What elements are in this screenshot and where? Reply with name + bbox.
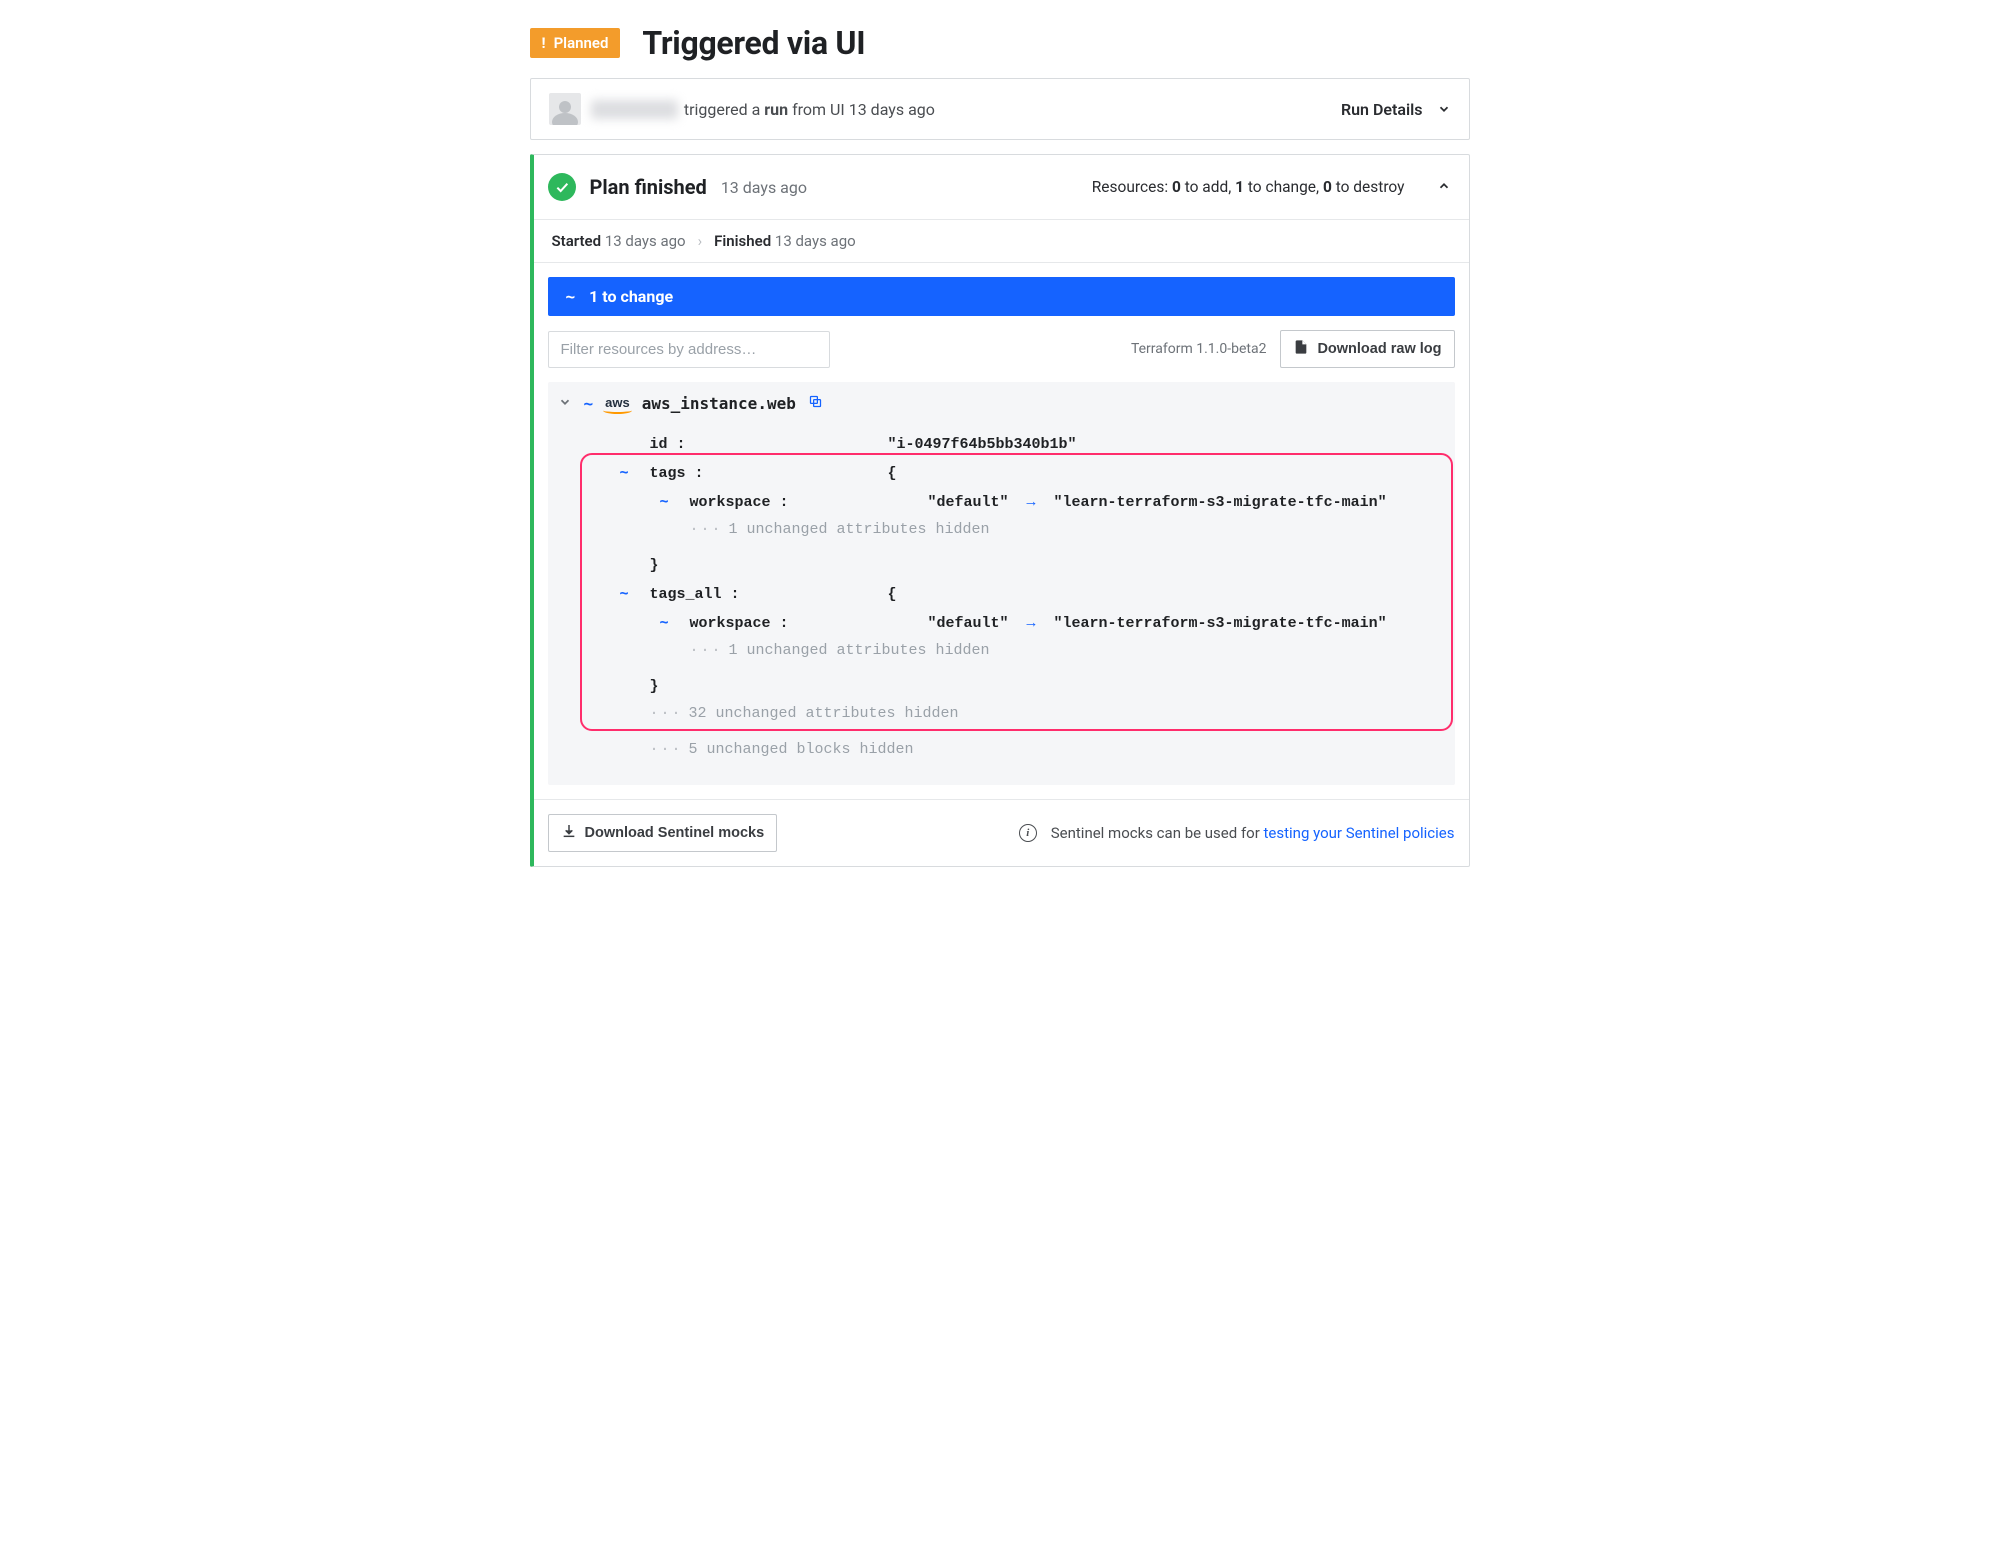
status-badge: ! Planned xyxy=(530,28,621,58)
download-icon xyxy=(561,823,577,843)
plan-panel: Plan finished 13 days ago Resources: 0 t… xyxy=(530,154,1470,867)
copy-icon xyxy=(808,394,823,409)
file-icon xyxy=(1293,339,1309,359)
triggered-summary: xxxxxxxxxx triggered a run from UI 13 da… xyxy=(530,78,1470,140)
run-details-toggle[interactable]: Run Details xyxy=(1341,100,1451,119)
download-raw-log-button[interactable]: Download raw log xyxy=(1280,330,1454,368)
info-icon: i xyxy=(1019,824,1037,842)
avatar xyxy=(549,93,581,125)
chevron-down-icon xyxy=(1437,102,1451,116)
triggered-text: triggered a run from UI 13 days ago xyxy=(684,100,935,119)
plan-timeline: Started 13 days ago › Finished 13 days a… xyxy=(534,220,1469,263)
resources-summary: Resources: 0 to add, 1 to change, 0 to d… xyxy=(1092,178,1405,196)
check-circle-icon xyxy=(548,173,576,201)
terraform-version: Terraform 1.1.0-beta2 xyxy=(1131,341,1266,357)
aws-provider-icon: aws xyxy=(605,395,630,413)
exclamation-icon: ! xyxy=(542,34,546,52)
expand-resource-toggle[interactable] xyxy=(558,394,572,413)
sentinel-hint: Sentinel mocks can be used for testing y… xyxy=(1051,824,1455,842)
page-title: Triggered via UI xyxy=(642,24,865,62)
resource-address: aws_instance.web xyxy=(642,394,796,413)
change-marker-icon: ~ xyxy=(584,394,594,413)
tilde-icon: ~ xyxy=(566,287,576,306)
plan-title: Plan finished xyxy=(590,175,707,199)
chevron-up-icon xyxy=(1437,179,1451,193)
copy-address-button[interactable] xyxy=(808,394,823,413)
collapse-toggle[interactable] xyxy=(1437,178,1451,197)
filter-resources-input[interactable] xyxy=(548,331,830,368)
resource-diff: id : "i-0497f64b5bb340b1b" ~ tags : { xyxy=(548,419,1455,763)
download-sentinel-mocks-button[interactable]: Download Sentinel mocks xyxy=(548,814,778,852)
highlighted-diff-block: ~ tags : { ~ workspace : "default" → "le… xyxy=(620,458,1445,700)
status-badge-label: Planned xyxy=(554,34,609,52)
sentinel-hint-link[interactable]: testing your Sentinel policies xyxy=(1264,824,1455,842)
change-banner[interactable]: ~ 1 to change xyxy=(548,277,1455,316)
plan-age: 13 days ago xyxy=(721,178,807,197)
username-obscured: xxxxxxxxxx xyxy=(591,100,678,119)
chevron-down-icon xyxy=(558,395,572,409)
